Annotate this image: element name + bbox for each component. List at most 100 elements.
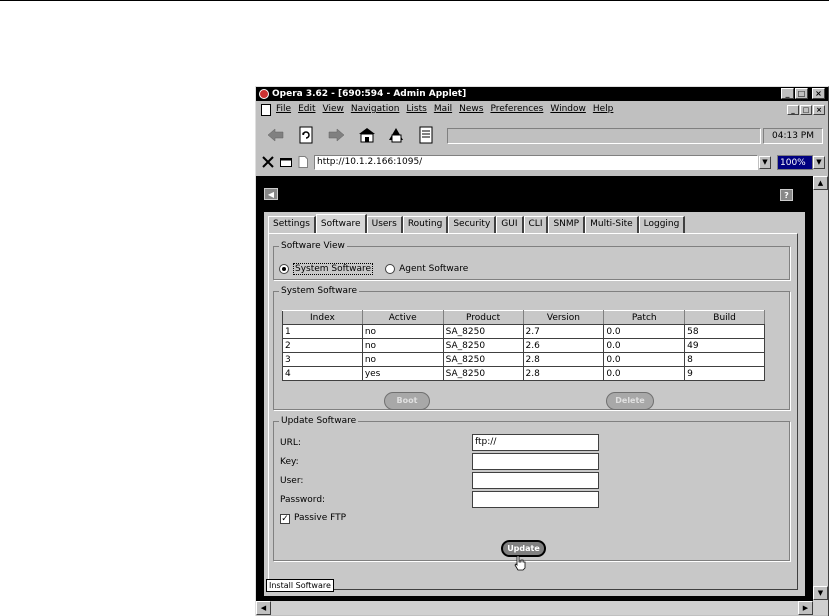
install-software-tooltip: Install Software <box>266 579 334 592</box>
column-header-version[interactable]: Version <box>523 310 605 325</box>
table-cell: 4 <box>282 366 363 381</box>
applet-back-button[interactable]: ◀ <box>264 188 278 200</box>
zoom-dropdown-button[interactable]: ▼ <box>813 156 825 169</box>
column-header-active[interactable]: Active <box>362 310 444 325</box>
password-field[interactable] <box>472 491 599 508</box>
column-header-build[interactable]: Build <box>684 310 765 325</box>
notes-icon[interactable] <box>416 126 436 144</box>
table-cell: 2.8 <box>523 352 605 367</box>
table-cell: 2.8 <box>523 366 605 381</box>
table-cell: 1 <box>282 324 363 339</box>
menu-lists[interactable]: Lists <box>406 104 426 114</box>
user-field[interactable] <box>472 472 599 489</box>
table-cell: 2.6 <box>523 338 605 353</box>
menu-news[interactable]: News <box>459 104 483 114</box>
url-dropdown-button[interactable]: ▼ <box>759 156 771 169</box>
menu-help[interactable]: Help <box>593 104 614 114</box>
table-cell: 0.0 <box>603 352 686 367</box>
doc-restore-button[interactable]: □ <box>800 105 812 115</box>
reload-icon[interactable] <box>296 126 316 144</box>
document-icon[interactable] <box>261 104 271 116</box>
scroll-left-button[interactable]: ◀ <box>256 601 271 615</box>
applet-panel: Settings Software Users Routing Security… <box>264 212 805 596</box>
table-cell: 9 <box>684 366 765 381</box>
tab-users[interactable]: Users <box>366 216 403 233</box>
system-software-group: System Software Index Active Product Ver… <box>273 286 790 410</box>
system-software-label[interactable]: System Software <box>293 263 374 275</box>
table-cell: 8 <box>684 352 765 367</box>
password-label: Password: <box>280 495 326 505</box>
table-row[interactable]: 3 no SA_8250 2.8 0.0 8 <box>282 352 765 367</box>
page-icon[interactable] <box>298 156 308 168</box>
home-icon[interactable] <box>357 126 377 144</box>
passive-ftp-checkbox[interactable]: ✓ <box>280 514 290 524</box>
url-field[interactable]: ftp:// <box>472 434 599 451</box>
back-arrow-icon[interactable] <box>266 126 286 144</box>
table-cell: SA_8250 <box>443 366 524 381</box>
zoom-input[interactable]: 100% <box>777 155 813 170</box>
scissors-icon[interactable] <box>262 156 274 168</box>
table-row[interactable]: 4 yes SA_8250 2.8 0.0 9 <box>282 366 765 381</box>
url-label: URL: <box>280 438 301 448</box>
table-cell: SA_8250 <box>443 324 524 339</box>
table-cell: SA_8250 <box>443 338 524 353</box>
doc-minimize-button[interactable]: _ <box>787 105 799 115</box>
load-progress-bar <box>447 128 761 144</box>
tab-settings[interactable]: Settings <box>268 216 316 233</box>
scroll-down-button[interactable]: ▼ <box>813 586 828 600</box>
software-table[interactable]: Index Active Product Version Patch Build… <box>282 310 765 381</box>
software-tab-content: Software View System Software Agent Soft… <box>268 233 798 590</box>
table-cell: yes <box>362 366 444 381</box>
column-header-product[interactable]: Product <box>443 310 524 325</box>
menu-mail[interactable]: Mail <box>434 104 452 114</box>
menu-window[interactable]: Window <box>550 104 586 114</box>
table-cell: 58 <box>684 324 765 339</box>
boot-button[interactable]: Boot <box>384 392 430 410</box>
tab-strip: Settings Software Users Routing Security… <box>268 214 686 233</box>
minimize-button[interactable]: _ <box>781 88 794 99</box>
tab-cli[interactable]: CLI <box>523 216 549 233</box>
menu-edit[interactable]: Edit <box>298 104 315 114</box>
key-field[interactable] <box>472 453 599 470</box>
tab-software[interactable]: Software <box>315 214 367 233</box>
tab-routing[interactable]: Routing <box>402 216 449 233</box>
menu-preferences[interactable]: Preferences <box>490 104 543 114</box>
scroll-up-button[interactable]: ▲ <box>813 176 828 190</box>
column-header-index[interactable]: Index <box>282 310 363 325</box>
tab-logging[interactable]: Logging <box>638 216 686 233</box>
maximize-button[interactable]: □ <box>795 88 808 99</box>
applet-help-button[interactable]: ? <box>780 189 793 201</box>
hand-cursor-icon <box>514 555 526 571</box>
address-bar: http://10.1.2.166:1095/ ▼ 100% ▼ <box>256 153 828 173</box>
agent-software-label[interactable]: Agent Software <box>399 264 468 274</box>
doc-close-button[interactable]: × <box>813 105 825 115</box>
passive-ftp-label[interactable]: Passive FTP <box>294 513 346 523</box>
scroll-right-button[interactable]: ▶ <box>798 601 813 615</box>
url-input[interactable]: http://10.1.2.166:1095/ <box>314 155 758 170</box>
table-row[interactable]: 2 no SA_8250 2.6 0.0 49 <box>282 338 765 353</box>
menu-file[interactable]: File <box>276 104 291 114</box>
column-header-patch[interactable]: Patch <box>603 310 686 325</box>
menu-navigation[interactable]: Navigation <box>351 104 400 114</box>
document-window-controls: _ □ × <box>787 105 825 115</box>
table-row[interactable]: 1 no SA_8250 2.7 0.0 58 <box>282 324 765 339</box>
close-button[interactable]: × <box>812 88 825 99</box>
tab-security[interactable]: Security <box>448 216 497 233</box>
clock-display: 04:13 PM <box>763 128 823 144</box>
vertical-scrollbar[interactable]: ▲ ▼ <box>813 176 828 601</box>
horizontal-scrollbar[interactable]: ◀ ▶ <box>256 601 828 615</box>
window-title: Opera 3.62 - [690:594 - Admin Applet] <box>272 89 467 99</box>
table-cell: 0.0 <box>603 366 686 381</box>
table-cell: no <box>362 338 444 353</box>
system-software-radio[interactable] <box>279 264 289 274</box>
tab-multi-site[interactable]: Multi-Site <box>585 216 639 233</box>
hotlist-icon[interactable] <box>386 126 406 144</box>
tab-gui[interactable]: GUI <box>496 216 524 233</box>
menu-view[interactable]: View <box>323 104 344 114</box>
window-icon[interactable] <box>280 157 292 167</box>
table-cell: 2.7 <box>523 324 605 339</box>
agent-software-radio[interactable] <box>385 264 396 274</box>
delete-button[interactable]: Delete <box>606 392 654 410</box>
tab-snmp[interactable]: SNMP <box>548 216 586 233</box>
forward-arrow-icon[interactable] <box>326 126 346 144</box>
